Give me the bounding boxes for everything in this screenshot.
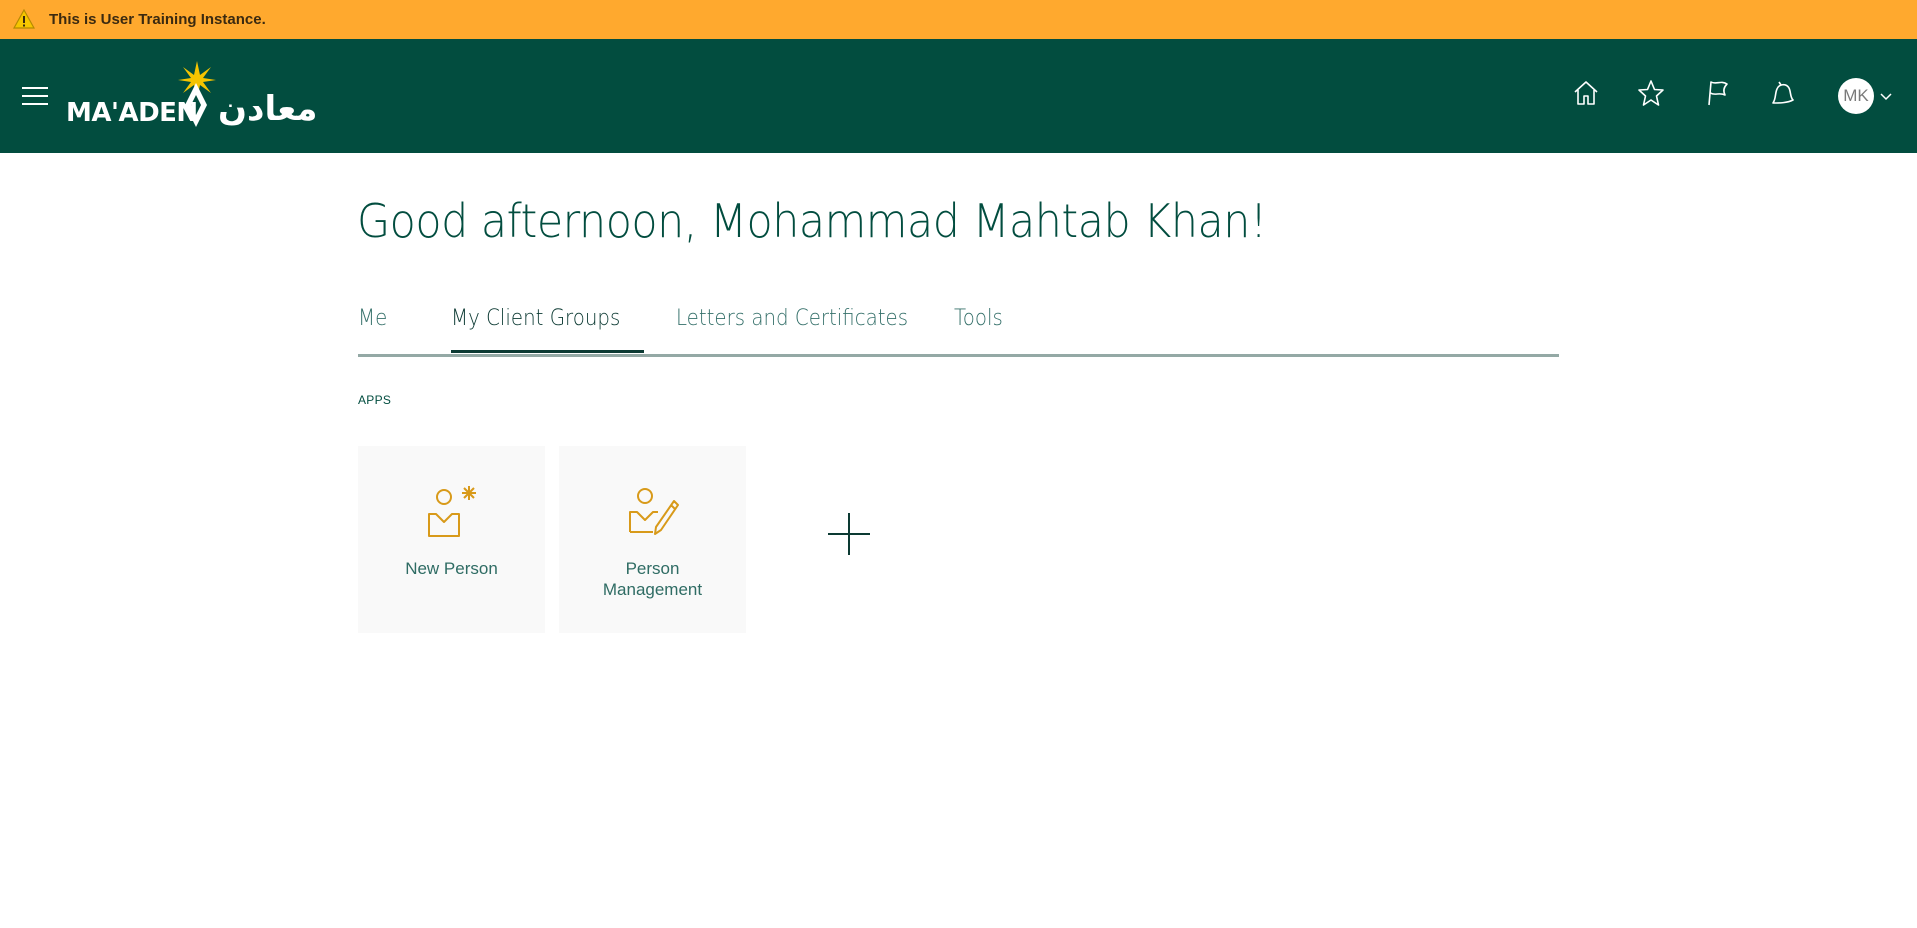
flag-icon[interactable]	[1701, 77, 1733, 109]
logo-text-en: MA'ADEN	[66, 98, 198, 128]
logo-text-ar: معادن	[218, 89, 318, 129]
star-icon[interactable]	[1635, 77, 1667, 109]
greeting-title: Good afternoon, Mohammad Mahtab Khan!	[357, 194, 1267, 248]
app-tile-new-person[interactable]: New Person	[358, 446, 545, 633]
tab-my-client-groups[interactable]: My Client Groups	[451, 306, 620, 331]
apps-section-label: APPS	[358, 393, 392, 407]
hamburger-menu-icon[interactable]	[22, 87, 48, 107]
navigator-tabs: Me My Client Groups Letters and Certific…	[358, 300, 1559, 357]
app-tile-person-management[interactable]: Person Management	[559, 446, 746, 633]
global-header: MA'ADEN معادن MK	[0, 39, 1917, 153]
plus-icon[interactable]	[826, 511, 872, 557]
tab-me[interactable]: Me	[358, 306, 387, 331]
user-avatar[interactable]: MK	[1838, 78, 1874, 114]
new-person-icon	[428, 486, 476, 537]
chevron-down-icon[interactable]	[1879, 89, 1893, 103]
tab-letters-and-certificates[interactable]: Letters and Certificates	[676, 306, 908, 331]
bell-icon[interactable]	[1766, 77, 1798, 109]
app-tile-label: New Person	[405, 559, 498, 578]
banner-text: This is User Training Instance.	[49, 11, 266, 28]
active-tab-indicator	[451, 350, 644, 353]
training-instance-banner: This is User Training Instance.	[0, 0, 1917, 39]
person-management-icon	[629, 488, 679, 535]
warning-icon	[13, 9, 35, 29]
home-icon[interactable]	[1570, 77, 1602, 109]
app-tile-label-line2: Management	[602, 580, 703, 599]
tab-tools[interactable]: Tools	[954, 306, 1003, 331]
app-tile-label-line1: Person	[625, 559, 680, 578]
